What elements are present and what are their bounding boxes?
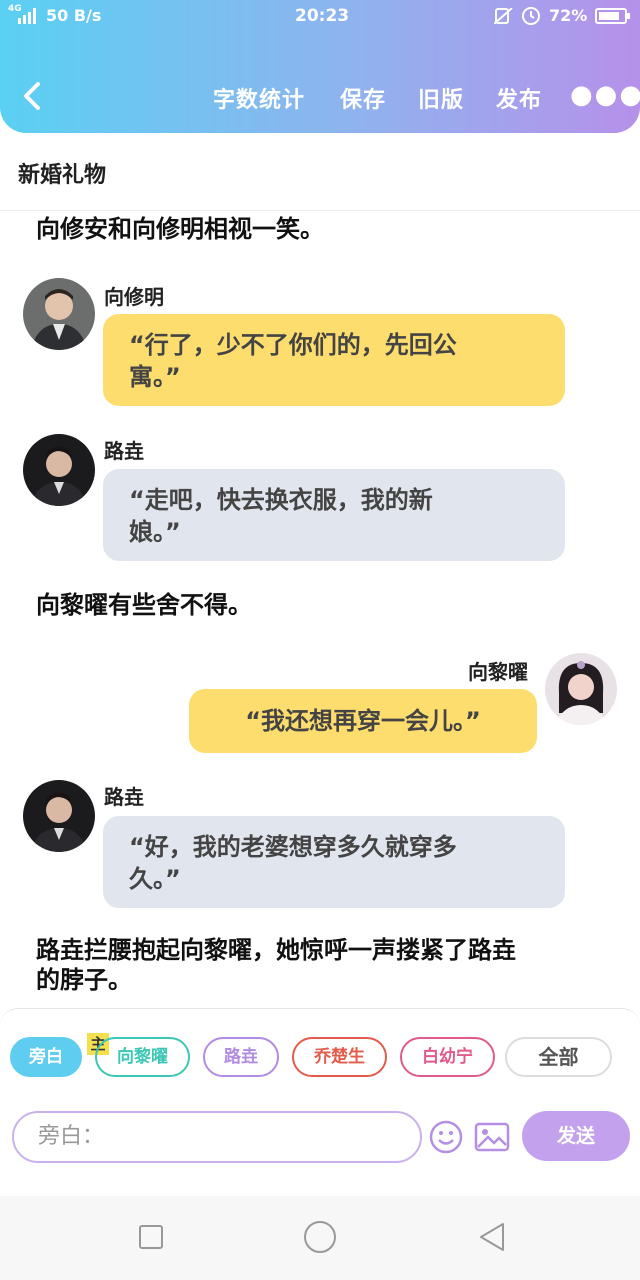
narration-text[interactable]: 向修安和向修明相视一笑。 <box>36 214 616 244</box>
save-button[interactable]: 保存 <box>340 82 386 114</box>
back-nav-icon[interactable] <box>478 1222 506 1256</box>
image-icon[interactable] <box>474 1121 510 1157</box>
system-nav-bar <box>0 1196 640 1280</box>
message-bubble[interactable]: “行了，少不了你们的，先回公 寓。” <box>103 314 565 406</box>
message-bubble[interactable]: “好，我的老婆想穿多久就穿多 久。” <box>103 816 565 908</box>
message-line: “好，我的老婆想穿多久就穿多 <box>129 833 457 861</box>
clock: 20:23 <box>295 6 350 26</box>
message-line: “我还想再穿一会儿。” <box>245 707 481 735</box>
network-speed: 50 B/s <box>46 6 102 25</box>
speaker-name: 向黎曜 <box>468 660 528 684</box>
word-count-button[interactable]: 字数统计 <box>213 82 305 114</box>
character-chip[interactable]: 白幼宁 <box>400 1037 495 1077</box>
message-bubble[interactable]: “走吧，快去换衣服，我的新 娘。” <box>103 469 565 561</box>
message-bubble[interactable]: “我还想再穿一会儿。” <box>189 689 537 753</box>
document-title[interactable]: 新婚礼物 <box>18 157 106 189</box>
message-line: “行了，少不了你们的，先回公 <box>129 331 457 359</box>
character-chip[interactable]: 乔楚生 <box>292 1037 387 1077</box>
app-header: 4G 50 B/s 20:23 72% 字数统计 保存 旧版 发布 ●●● <box>0 0 640 133</box>
signal-icon <box>18 8 42 28</box>
speaker-name: 路垚 <box>104 785 144 809</box>
character-chip[interactable]: 向黎曜 <box>95 1037 190 1077</box>
avatar[interactable] <box>23 278 95 350</box>
message-line: “走吧，快去换衣服，我的新 <box>129 486 433 514</box>
message-line: 寓。” <box>129 363 181 391</box>
editor-toolbar: 字数统计 保存 旧版 发布 ●●● <box>0 72 640 120</box>
document-title-bar: 新婚礼物 <box>0 133 640 211</box>
narration-line: 路垚拦腰抱起向黎曜，她惊呼一声搂紧了路垚 <box>36 936 516 964</box>
avatar[interactable] <box>23 434 95 506</box>
alarm-icon <box>521 6 541 30</box>
all-characters-button[interactable]: 全部 <box>505 1037 612 1077</box>
battery-icon <box>595 8 631 28</box>
more-options-icon[interactable]: ●●● <box>570 82 640 108</box>
mute-icon <box>493 7 514 28</box>
narration-text[interactable]: 向黎曜有些舍不得。 <box>36 590 616 620</box>
old-version-button[interactable]: 旧版 <box>418 82 464 114</box>
battery-percent: 72% <box>549 6 588 25</box>
message-line: 久。” <box>129 865 181 893</box>
publish-button[interactable]: 发布 <box>496 82 542 114</box>
back-button[interactable] <box>18 78 48 114</box>
avatar[interactable] <box>545 653 617 725</box>
chevron-left-icon <box>24 82 40 110</box>
status-bar: 4G 50 B/s 20:23 72% <box>0 0 640 32</box>
avatar[interactable] <box>23 780 95 852</box>
home-icon[interactable] <box>303 1220 337 1258</box>
message-input[interactable]: 旁白： <box>12 1111 422 1163</box>
message-line: 娘。” <box>129 518 181 546</box>
character-chip[interactable]: 路垚 <box>203 1037 279 1077</box>
recent-apps-icon[interactable] <box>138 1224 164 1254</box>
composer-panel: 旁白 主 向黎曜 路垚 乔楚生 白幼宁 全部 旁白： 发送 <box>0 1008 640 1164</box>
emoji-icon[interactable] <box>429 1120 463 1158</box>
character-chip-narrator[interactable]: 旁白 <box>10 1037 82 1077</box>
narration-line: 的脖子。 <box>36 966 132 994</box>
speaker-name: 向修明 <box>104 285 164 309</box>
narration-text[interactable]: 路垚拦腰抱起向黎曜，她惊呼一声搂紧了路垚 的脖子。 <box>36 935 616 995</box>
send-button[interactable]: 发送 <box>522 1111 630 1161</box>
speaker-name: 路垚 <box>104 439 144 463</box>
